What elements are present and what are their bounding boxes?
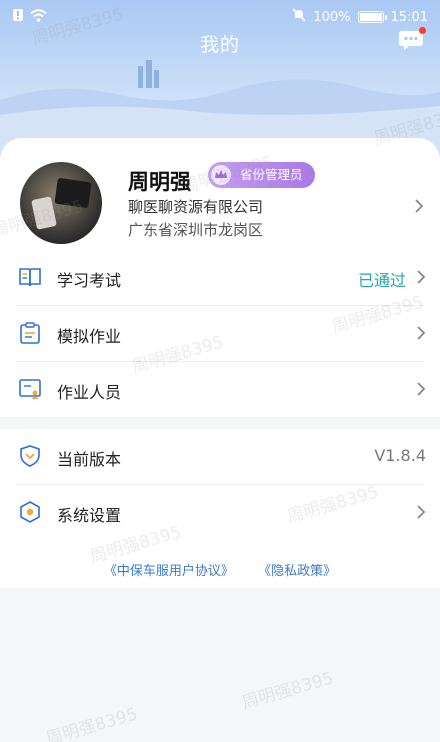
menu-item-version[interactable]: 当前版本 V1.8.4 [0,429,440,485]
watermark: 周明强8395 [43,704,140,742]
battery-icon [357,11,387,23]
app-version: V1.8.4 [374,446,426,465]
menu-label: 系统设置 [57,506,122,525]
battery-percent: 100% [313,9,351,25]
book-icon [19,268,41,287]
menu-label: 当前版本 [57,450,122,469]
menu-label: 学习考试 [57,271,122,290]
profile-card: 周明强 省份管理员 聊医聊资源有限公司 广东省深圳市龙岗区 学习考试 已通过 模… [0,138,440,588]
clipboard-icon [20,322,40,344]
notification-icon [12,8,24,26]
page-title: 我的 [199,34,240,56]
chevron-right-icon [417,505,426,519]
chevron-right-icon [417,270,426,284]
shield-version-icon [20,445,40,467]
profile-header[interactable]: 周明强 省份管理员 聊医聊资源有限公司 广东省深圳市龙岗区 [0,138,440,250]
menu-item-mock-task[interactable]: 模拟作业 [0,306,440,362]
legal-links: 《中保车服用户协议》 《隐私政策》 [0,560,440,579]
location: 广东省深圳市龙岗区 [128,221,264,239]
message-button[interactable] [398,27,426,52]
privacy-policy-link[interactable]: 《隐私政策》 [258,564,336,579]
status-bar: 100% 15:01 [0,0,440,34]
worker-board-icon [19,379,41,399]
mute-icon [292,8,306,26]
chevron-right-icon [417,326,426,340]
menu-label: 作业人员 [57,383,122,402]
chevron-right-icon [415,199,424,213]
settings-hexagon-icon [20,501,40,523]
unread-dot [419,27,426,34]
crown-icon [211,165,231,185]
user-name: 周明强 [128,170,191,194]
watermark: 周明强8395 [239,668,336,714]
chevron-right-icon [417,382,426,396]
company-name: 聊医聊资源有限公司 [128,198,264,216]
wifi-icon [30,8,47,26]
exam-status: 已通过 [357,271,406,290]
menu-item-settings[interactable]: 系统设置 [0,485,440,541]
menu-item-workers[interactable]: 作业人员 [0,362,440,418]
role-label: 省份管理员 [240,167,303,182]
role-badge: 省份管理员 [208,162,315,188]
menu-item-study-exam[interactable]: 学习考试 已通过 [0,250,440,306]
section-gap [0,417,440,429]
menu-label: 模拟作业 [57,327,122,346]
clock: 15:01 [390,9,428,25]
avatar[interactable] [20,162,102,244]
user-agreement-link[interactable]: 《中保车服用户协议》 [104,564,234,579]
